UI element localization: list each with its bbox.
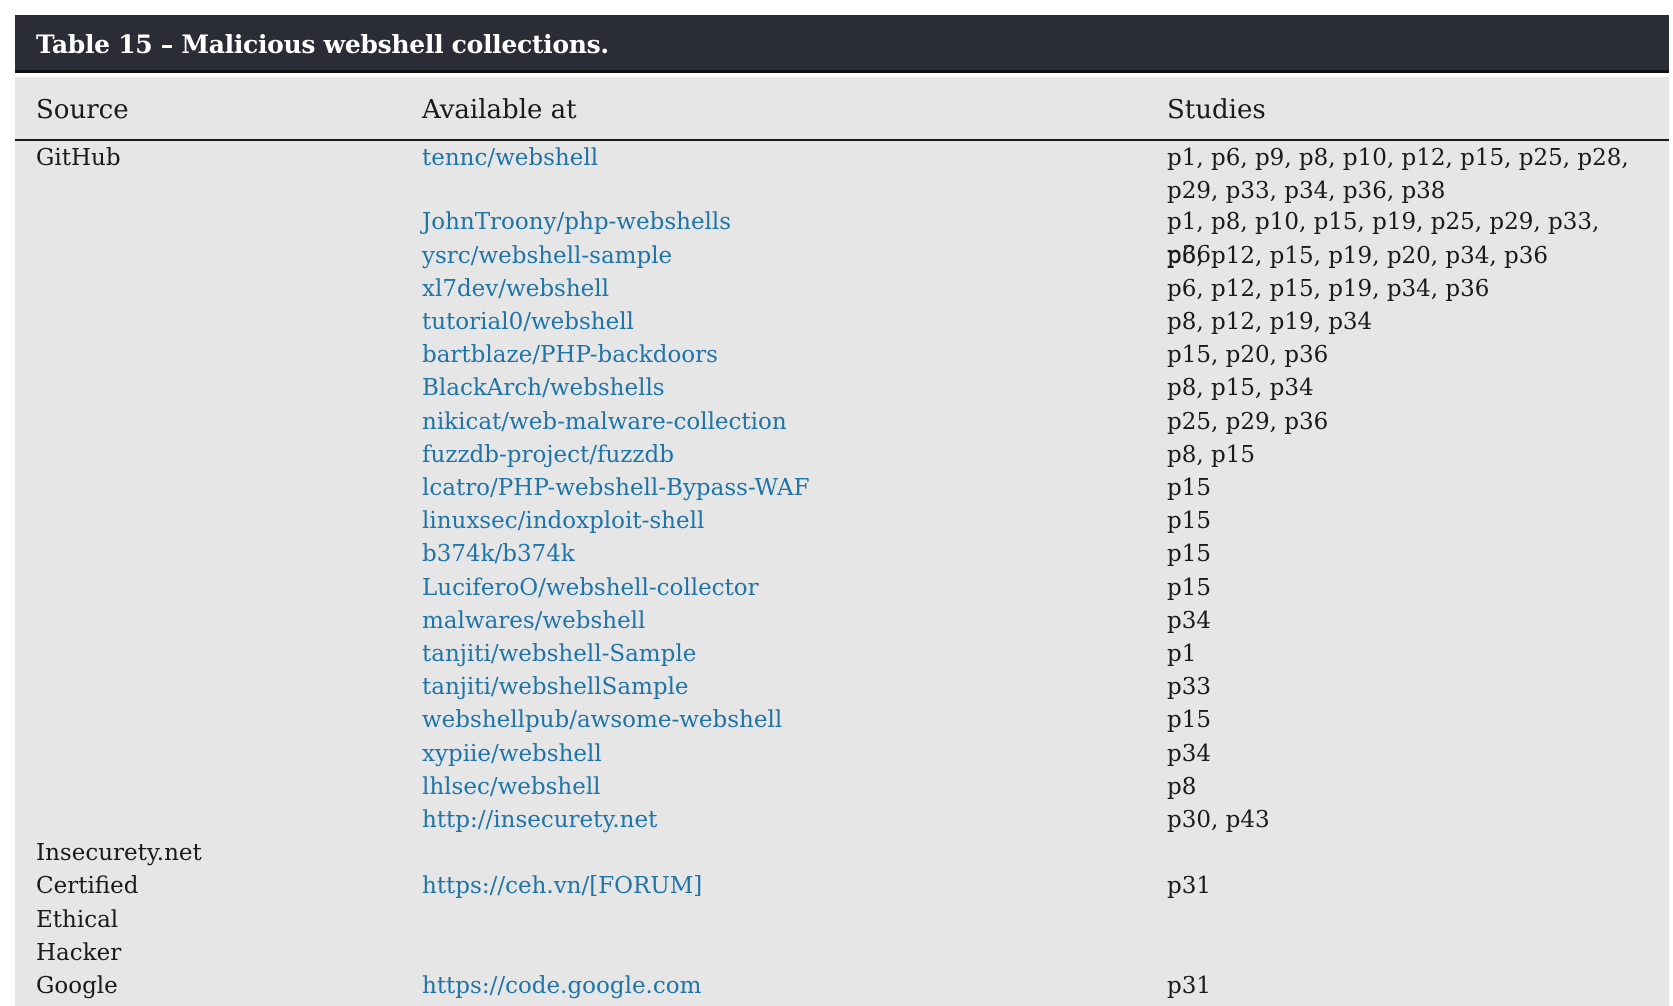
cell-available-link[interactable]: tanjiti/webshell-Sample [422, 638, 696, 671]
cell-studies: p31 [1167, 873, 1211, 900]
webshell-table: Table 15 – Malicious webshell collection… [15, 15, 1669, 1006]
cell-studies: p25, p29, p36 [1167, 408, 1329, 435]
cell-studies: p15, p20, p36 [1167, 342, 1329, 369]
cell-available-link[interactable]: tanjiti/webshellSample [422, 671, 689, 704]
cell-studies: p8, p15 [1167, 441, 1255, 468]
cell-available-link[interactable]: nikicat/web-malware-collection [422, 406, 787, 439]
cell-available-link[interactable]: fuzzdb-project/fuzzdb [422, 439, 674, 472]
cell-studies: p15 [1167, 475, 1211, 501]
cell-source: Ethical [36, 906, 119, 933]
cell-studies: p15 [1167, 574, 1211, 601]
cell-available-link[interactable]: tutorial0/webshell [422, 306, 634, 339]
cell-available-link[interactable]: lcatro/PHP-webshell-Bypass-WAF [422, 472, 810, 505]
cell-studies: p34 [1167, 607, 1211, 634]
cell-source: Certified [36, 873, 139, 900]
header-studies: Studies [1167, 95, 1266, 125]
cell-studies: p30, p43 [1167, 807, 1270, 833]
table-caption-bar: Table 15 – Malicious webshell collection… [15, 15, 1669, 73]
cell-source: Hacker [36, 939, 122, 966]
cell-studies: p1 [1167, 641, 1197, 667]
cell-available-link[interactable]: tennc/webshell [422, 142, 598, 175]
header-source: Source [36, 95, 129, 125]
cell-available-link[interactable]: malwares/webshell [422, 605, 645, 638]
cell-studies: p31 [1167, 973, 1211, 999]
cell-available-link[interactable]: bartblaze/PHP-backdoors [422, 339, 718, 372]
cell-studies: p1, p6, p9, p8, p10, p12, p15, p25, p28,… [1167, 145, 1629, 204]
cell-studies: p15 [1167, 541, 1211, 568]
cell-available-link[interactable]: https://code.google.com [422, 970, 701, 1003]
cell-studies: p8, p15, p34 [1167, 375, 1314, 402]
cell-studies: p15 [1167, 707, 1211, 734]
cell-studies: p6, p12, p15, p19, p34, p36 [1167, 275, 1490, 302]
cell-studies: p8 [1167, 773, 1197, 800]
cell-source: Insecurety.net [36, 840, 202, 867]
cell-available-link[interactable]: xl7dev/webshell [422, 273, 609, 306]
cell-available-link[interactable]: ysrc/webshell-sample [422, 240, 672, 273]
cell-source: GitHub [36, 145, 121, 171]
cell-available-link[interactable]: http://insecurety.net [422, 804, 657, 837]
cell-studies: p33 [1167, 674, 1211, 701]
cell-available-link[interactable]: linuxsec/indoxploit-shell [422, 505, 704, 538]
cell-available-link[interactable]: https://ceh.vn/[FORUM] [422, 870, 702, 903]
cell-source: Google [36, 973, 118, 999]
cell-available-link[interactable]: BlackArch/webshells [422, 372, 665, 405]
cell-available-link[interactable]: xypiie/webshell [422, 738, 602, 771]
cell-studies: p6, p12, p15, p19, p20, p34, p36 [1167, 242, 1549, 269]
cell-available-link[interactable]: lhlsec/webshell [422, 771, 601, 804]
cell-studies: p8, p12, p19, p34 [1167, 309, 1373, 335]
cell-available-link[interactable]: LuciferoO/webshell-collector [422, 572, 759, 605]
cell-available-link[interactable]: webshellpub/awsome-webshell [422, 704, 782, 737]
cell-available-link[interactable]: b374k/b374k [422, 538, 575, 571]
cell-studies: p34 [1167, 740, 1211, 767]
cell-studies: p15 [1167, 508, 1211, 535]
cell-available-link[interactable]: JohnTroony/php-webshells [422, 206, 731, 239]
header-available-at: Available at [422, 95, 577, 125]
table-caption: Table 15 – Malicious webshell collection… [36, 30, 609, 59]
table-header-row: Source Available at Studies [15, 77, 1669, 141]
